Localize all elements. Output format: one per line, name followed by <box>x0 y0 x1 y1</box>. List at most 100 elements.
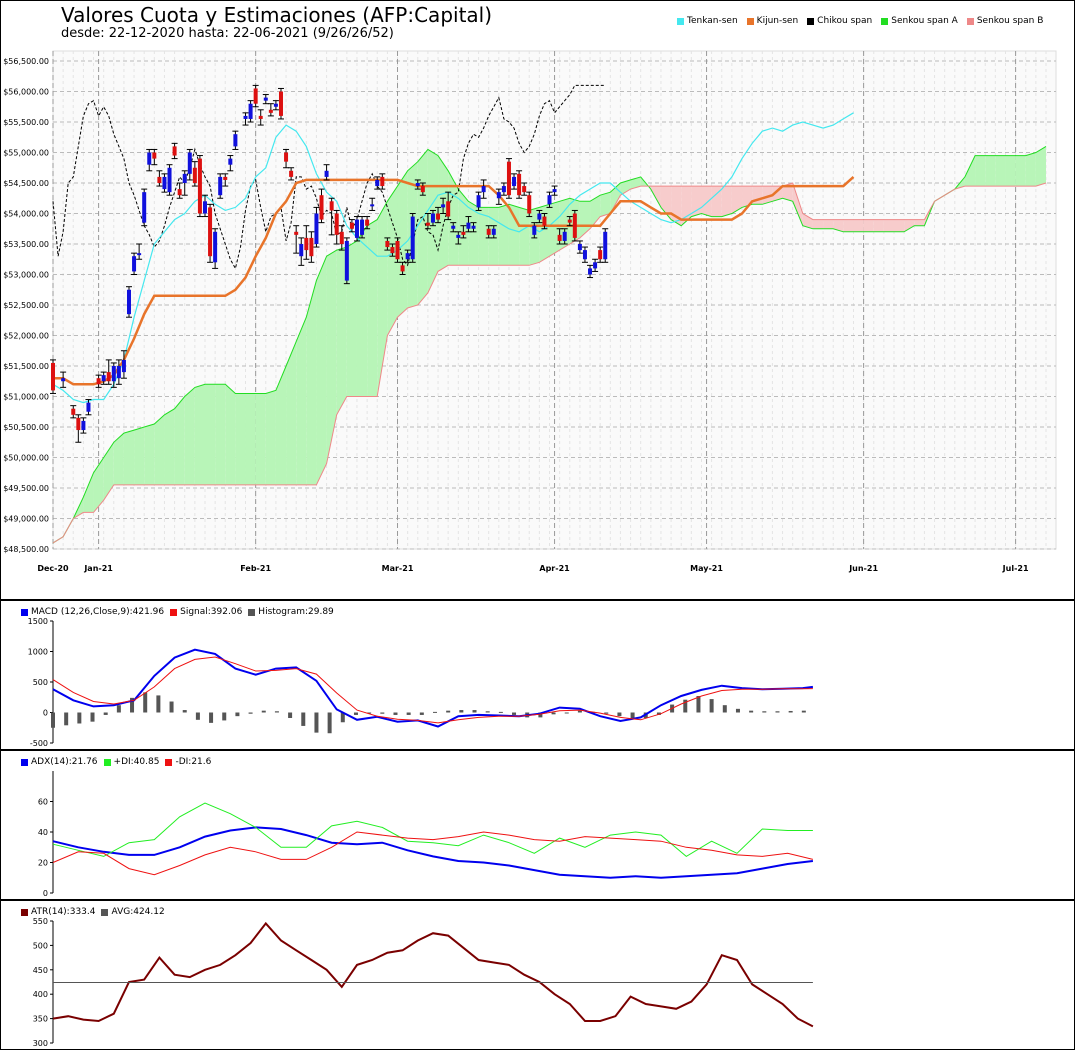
cloud-segment <box>245 393 256 485</box>
x-tick-label: Mar-21 <box>382 564 414 573</box>
candle-body <box>157 176 162 183</box>
x-tick-label: Jun-21 <box>848 564 878 573</box>
cloud-segment <box>296 317 307 485</box>
candle-body <box>466 222 471 229</box>
histogram-bar <box>472 710 477 713</box>
histogram-bar <box>564 712 569 714</box>
cloud-segment <box>843 219 854 232</box>
candle-body <box>481 186 486 193</box>
candle-body <box>562 231 567 241</box>
candle-body <box>456 234 461 238</box>
histogram-bar <box>209 712 214 723</box>
cloud-segment <box>1005 155 1016 187</box>
y-tick-label: 40 <box>38 828 48 837</box>
cloud-segment <box>235 393 246 485</box>
candle-body <box>517 173 522 196</box>
candle-body <box>344 240 349 281</box>
candle-body <box>101 375 106 382</box>
candle-body <box>506 161 511 196</box>
minus-di-line <box>52 831 814 876</box>
candle-body <box>501 186 506 193</box>
x-tick-label: Feb-21 <box>240 564 271 573</box>
legend-item-minus-di: -DI:21.6 <box>165 757 211 767</box>
y-tick-label: 60 <box>38 798 48 807</box>
candle-body <box>598 250 603 260</box>
histogram-bar <box>261 710 266 713</box>
y-tick-label: 300 <box>33 1039 48 1048</box>
cloud-segment <box>985 155 996 187</box>
cloud-segment <box>975 155 986 187</box>
candle-body <box>187 152 192 174</box>
histogram-bar <box>775 711 780 713</box>
candle-body <box>547 195 552 205</box>
histogram-bar <box>749 710 754 713</box>
candle-body <box>375 179 380 187</box>
histogram-bar <box>801 710 806 713</box>
candle-body <box>273 103 278 107</box>
y-tick-label: 550 <box>33 917 48 926</box>
cloud-segment <box>144 423 155 485</box>
cloud-segment <box>863 219 874 232</box>
cloud-segment <box>1025 152 1036 187</box>
candle-body <box>603 231 608 260</box>
x-tick-label: Dec-20 <box>37 564 69 573</box>
candle-body <box>228 158 233 165</box>
cloud-segment <box>600 192 611 217</box>
histogram-bar <box>301 712 306 726</box>
histogram-bar <box>459 710 464 713</box>
x-tick-label: Jan-21 <box>83 564 113 573</box>
adx-chart: 0 20 40 60 <box>38 771 814 898</box>
cloud-segment <box>184 387 195 485</box>
candle-body <box>147 152 152 165</box>
candle-body <box>289 170 294 177</box>
candle-body <box>532 225 537 235</box>
cloud-segment <box>356 225 368 397</box>
candle-body <box>71 408 76 415</box>
candle-body <box>233 134 238 147</box>
histogram-bar <box>433 711 438 713</box>
candle-body <box>380 176 385 187</box>
histogram-bar <box>735 708 740 713</box>
candle-body <box>491 228 496 235</box>
histogram-bar <box>604 712 609 714</box>
candle-body <box>385 240 390 248</box>
cloud-segment <box>255 393 266 485</box>
y-tick-label: $52,000.00 <box>3 332 49 341</box>
y-tick-label: -500 <box>30 739 48 748</box>
cloud-segment <box>1035 146 1046 187</box>
y-tick-label: $53,500.00 <box>3 240 49 249</box>
histogram-bar <box>248 712 253 714</box>
candle-body <box>552 189 557 193</box>
candle-body <box>162 176 167 190</box>
macd-panel: -500 0 500 1000 1500 MACD (12,26,Close,9):42… <box>0 600 1075 750</box>
candle-body <box>121 359 126 373</box>
cloud-segment <box>265 390 276 485</box>
candle-body <box>577 244 582 251</box>
candle-body <box>208 207 213 257</box>
histogram-bar <box>314 712 319 733</box>
candle-body <box>354 219 359 238</box>
candle-body <box>263 97 268 101</box>
cloud-segment <box>914 219 925 226</box>
candle-body <box>132 256 137 272</box>
y-tick-label: $54,000.00 <box>3 210 49 219</box>
candle-body <box>415 183 420 187</box>
legend-item-plus-di: +DI:40.85 <box>103 757 159 767</box>
candle-body <box>61 378 66 382</box>
cloud-segment <box>823 219 834 229</box>
legend-item-avg: AVG:424.12 <box>101 907 165 917</box>
candle-body <box>567 219 572 223</box>
candle-body <box>476 195 481 208</box>
candle-body <box>202 201 207 214</box>
cloud-segment <box>164 408 175 485</box>
candle-body <box>192 167 197 183</box>
legend-item-atr: ATR(14):333.4 <box>21 907 95 917</box>
cloud-segment <box>995 155 1006 187</box>
cloud-segment <box>367 219 378 397</box>
candle-body <box>593 262 598 269</box>
candle-body <box>334 213 339 235</box>
y-tick-label: $51,500.00 <box>3 362 49 371</box>
histogram-bar <box>222 712 227 721</box>
x-tick-label: May-21 <box>690 564 723 573</box>
candle-body <box>527 195 532 214</box>
